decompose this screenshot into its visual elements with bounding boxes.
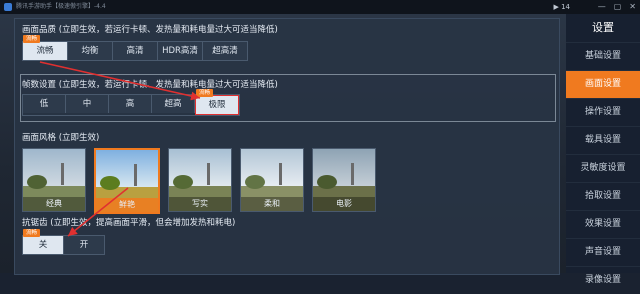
- sidebar-item-recording[interactable]: 录像设置: [566, 266, 640, 294]
- sidebar-item-basic[interactable]: 基础设置: [566, 42, 640, 70]
- sidebar-item-graphics[interactable]: 画面设置: [566, 70, 640, 98]
- sidebar-item-pickup[interactable]: 拾取设置: [566, 182, 640, 210]
- annotation-arrows: [39, 61, 201, 237]
- sidebar-header: 设置: [592, 21, 614, 34]
- sidebar-item-sensitivity[interactable]: 灵敏度设置: [566, 154, 640, 182]
- arrow-to-extreme-fps: [39, 61, 201, 101]
- sidebar-item-effects[interactable]: 效果设置: [566, 210, 640, 238]
- settings-sidebar: 设置 基础设置 画面设置 操作设置 载具设置 灵敏度设置 拾取设置 效果设置 声…: [566, 14, 640, 285]
- sidebar-item-sound[interactable]: 声音设置: [566, 238, 640, 266]
- sidebar-item-controls[interactable]: 操作设置: [566, 98, 640, 126]
- sidebar-item-vehicle[interactable]: 载具设置: [566, 126, 640, 154]
- arrow-to-aa-off: [67, 187, 129, 237]
